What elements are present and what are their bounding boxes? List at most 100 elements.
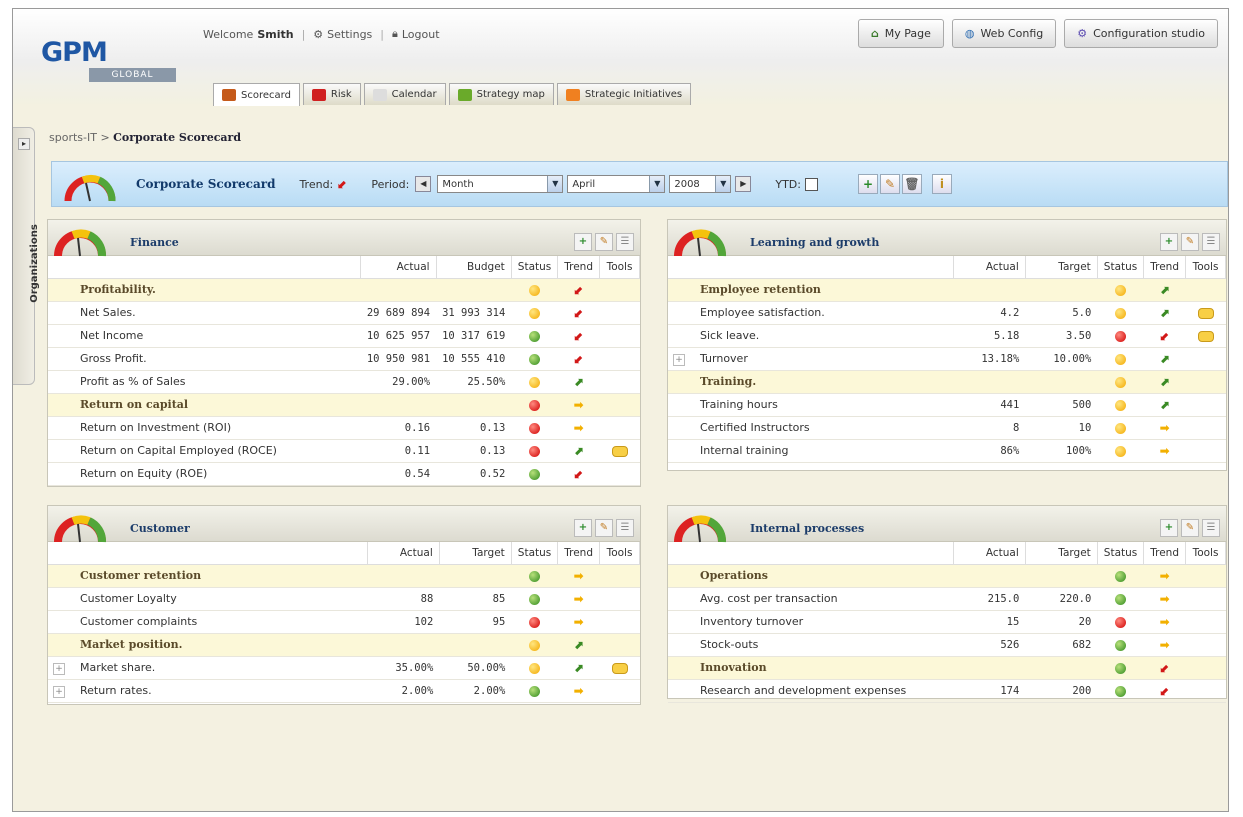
add-icon[interactable]: + — [574, 233, 592, 251]
kpi-row[interactable]: Net Sales. 29 689 894 31 993 314 ⬋ — [48, 301, 640, 325]
web-config-button[interactable]: ◍ Web Config — [951, 19, 1057, 48]
kpi-row[interactable]: Customer complaints 102 95 ➡ — [48, 610, 640, 634]
kpi-name[interactable]: Research and development expenses — [692, 679, 954, 703]
add-button[interactable]: + — [857, 174, 878, 194]
logout-link[interactable]: Logout — [402, 28, 440, 41]
next-period-button[interactable]: ▶ — [735, 176, 752, 192]
comment-icon[interactable] — [611, 662, 628, 674]
kpi-name[interactable]: Customer retention — [72, 564, 368, 588]
kpi-row[interactable]: Inventory turnover 15 20 ➡ — [668, 610, 1226, 634]
kpi-row[interactable]: Internal training 86% 100% ➡ — [668, 439, 1226, 463]
kpi-name[interactable]: Gross Profit. — [72, 347, 361, 371]
kpi-name[interactable]: Turnover — [692, 347, 954, 371]
tab-risk[interactable]: Risk — [302, 83, 361, 105]
group-row[interactable]: Innovation ⬋ — [668, 656, 1226, 680]
breadcrumb-parent[interactable]: sports-IT — [49, 131, 97, 144]
group-row[interactable]: Customer retention ➡ — [48, 564, 640, 588]
expand-icon[interactable]: + — [53, 662, 65, 675]
edit-icon[interactable]: ✎ — [595, 233, 613, 251]
kpi-name[interactable]: Innovation — [692, 656, 954, 680]
kpi-name[interactable]: Market position. — [72, 633, 368, 657]
month-select[interactable]: April ▼ — [567, 175, 666, 193]
kpi-row[interactable]: + Market share. 35.00% 50.00% ⬈ — [48, 656, 640, 680]
ytd-checkbox[interactable] — [804, 177, 818, 191]
group-row[interactable]: Operations ➡ — [668, 564, 1226, 588]
kpi-row[interactable]: Gross Profit. 10 950 981 10 555 410 ⬋ — [48, 347, 640, 371]
kpi-row[interactable]: Sick leave. 5.18 3.50 ⬋ — [668, 324, 1226, 348]
kpi-row[interactable]: Certified Instructors 8 10 ➡ — [668, 416, 1226, 440]
kpi-row[interactable]: Net Income 10 625 957 10 317 619 ⬋ — [48, 324, 640, 348]
group-row[interactable]: Profitability. ⬋ — [48, 278, 640, 302]
kpi-row[interactable]: Research and development expenses 174 200 ⬋ — [668, 679, 1226, 703]
comment-icon[interactable] — [1197, 307, 1214, 319]
list-icon[interactable]: ☰ — [1202, 519, 1220, 537]
edit-icon[interactable]: ✎ — [595, 519, 613, 537]
kpi-name[interactable]: Return on capital — [72, 393, 361, 417]
list-icon[interactable]: ☰ — [1202, 233, 1220, 251]
my-page-button[interactable]: ⌂ My Page — [857, 19, 944, 48]
kpi-name[interactable]: Internal training — [692, 439, 954, 463]
settings-link[interactable]: Settings — [327, 28, 372, 41]
kpi-name[interactable]: Return on Equity (ROE) — [72, 462, 361, 486]
kpi-name[interactable]: Return rates. — [72, 679, 368, 703]
edit-icon[interactable]: ✎ — [1181, 519, 1199, 537]
kpi-name[interactable]: Sick leave. — [692, 324, 954, 348]
kpi-row[interactable]: Return on Investment (ROI) 0.16 0.13 ➡ — [48, 416, 640, 440]
tab-scorecard[interactable]: Scorecard — [213, 83, 300, 106]
list-icon[interactable]: ☰ — [616, 233, 634, 251]
kpi-name[interactable]: Inventory turnover — [692, 610, 954, 634]
kpi-row[interactable]: + Return rates. 2.00% 2.00% ➡ — [48, 679, 640, 703]
kpi-row[interactable]: Customer Loyalty 88 85 ➡ — [48, 587, 640, 611]
configuration-studio-button[interactable]: ⚙ Configuration studio — [1064, 19, 1218, 48]
kpi-row[interactable]: Stock-outs 526 682 ➡ — [668, 633, 1226, 657]
kpi-row[interactable]: Employee satisfaction. 4.2 5.0 ⬈ — [668, 301, 1226, 325]
expand-icon[interactable]: + — [53, 685, 65, 698]
kpi-name[interactable]: Market share. — [72, 656, 368, 680]
kpi-name[interactable]: Net Sales. — [72, 301, 361, 325]
kpi-name[interactable]: Training hours — [692, 393, 954, 417]
add-icon[interactable]: + — [574, 519, 592, 537]
expand-icon[interactable]: + — [673, 353, 685, 366]
group-row[interactable]: Market position. ⬈ — [48, 633, 640, 657]
expand-sidebar-icon[interactable]: ▸ — [18, 138, 30, 150]
tab-strategy-map[interactable]: Strategy map — [448, 83, 554, 105]
delete-button[interactable]: 🗑︎ — [901, 174, 922, 194]
comment-icon[interactable] — [1197, 330, 1214, 342]
organizations-sidebar[interactable]: ▸ Organizations — [13, 127, 40, 385]
kpi-name[interactable]: Employee retention — [692, 278, 954, 302]
kpi-name[interactable]: Return on Capital Employed (ROCE) — [72, 439, 361, 463]
edit-button[interactable]: ✎ — [879, 174, 900, 194]
kpi-name[interactable]: Avg. cost per transaction — [692, 587, 954, 611]
kpi-name[interactable]: Certified Instructors — [692, 416, 954, 440]
edit-icon[interactable]: ✎ — [1181, 233, 1199, 251]
kpi-row[interactable]: + Turnover 13.18% 10.00% ⬈ — [668, 347, 1226, 371]
kpi-row[interactable]: Return on Equity (ROE) 0.54 0.52 ⬋ — [48, 462, 640, 486]
kpi-name[interactable]: Net Income — [72, 324, 361, 348]
add-icon[interactable]: + — [1160, 233, 1178, 251]
kpi-name[interactable]: Profitability. — [72, 278, 361, 302]
kpi-name[interactable]: Stock-outs — [692, 633, 954, 657]
group-row[interactable]: Return on capital ➡ — [48, 393, 640, 417]
add-icon[interactable]: + — [1160, 519, 1178, 537]
kpi-name[interactable]: Employee satisfaction. — [692, 301, 954, 325]
year-select[interactable]: 2008 ▼ — [669, 175, 732, 193]
kpi-name[interactable]: Customer complaints — [72, 610, 368, 634]
kpi-name[interactable]: Operations — [692, 564, 954, 588]
kpi-row[interactable]: Training hours 441 500 ⬈ — [668, 393, 1226, 417]
kpi-name[interactable]: Training. — [692, 370, 954, 394]
kpi-row[interactable]: Profit as % of Sales 29.00% 25.50% ⬈ — [48, 370, 640, 394]
info-button[interactable]: i — [931, 174, 952, 194]
previous-period-button[interactable]: ◀ — [415, 176, 432, 192]
logo[interactable]: GPM GLOBAL — [41, 37, 176, 87]
kpi-name[interactable]: Return on Investment (ROI) — [72, 416, 361, 440]
kpi-name[interactable]: Customer Loyalty — [72, 587, 368, 611]
tab-calendar[interactable]: Calendar — [363, 83, 446, 105]
kpi-name[interactable]: Profit as % of Sales — [72, 370, 361, 394]
list-icon[interactable]: ☰ — [616, 519, 634, 537]
kpi-row[interactable]: Return on Capital Employed (ROCE) 0.11 0.1… — [48, 439, 640, 463]
tab-strategic-initiatives[interactable]: Strategic Initiatives — [556, 83, 692, 105]
group-row[interactable]: Employee retention ⬈ — [668, 278, 1226, 302]
kpi-row[interactable]: Avg. cost per transaction 215.0 220.0 ➡ — [668, 587, 1226, 611]
period-type-select[interactable]: Month ▼ — [437, 175, 564, 193]
group-row[interactable]: Training. ⬈ — [668, 370, 1226, 394]
